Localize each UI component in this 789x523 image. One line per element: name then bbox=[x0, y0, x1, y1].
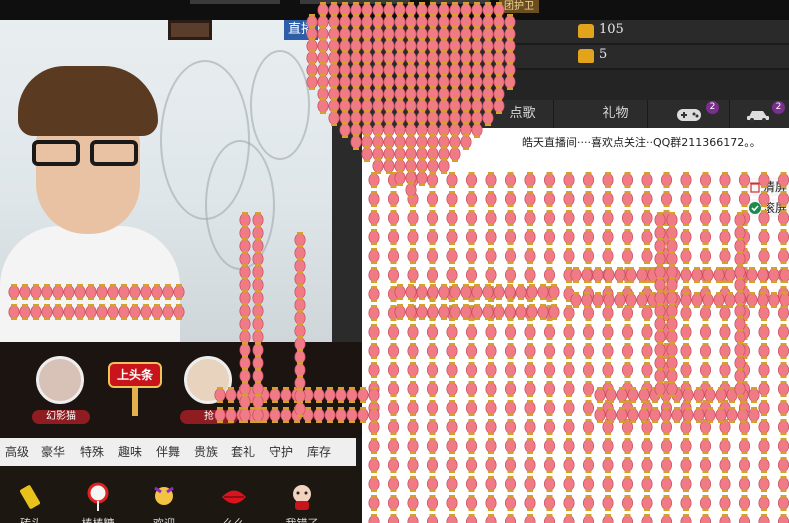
window-curtain bbox=[332, 20, 362, 342]
gift-category-bar: 高级 豪华 特殊 趣味 伴舞 贵族 套礼 守护 库存 bbox=[0, 438, 356, 466]
streamer-hair bbox=[18, 66, 158, 136]
sorry-doll-icon bbox=[293, 485, 311, 510]
top-strip-segment bbox=[430, 0, 490, 4]
lollipop-icon bbox=[87, 482, 109, 511]
auto-scroll-label: 滚屏 bbox=[763, 201, 788, 215]
gold-coin-icon bbox=[578, 49, 594, 63]
video-stream[interactable] bbox=[0, 20, 362, 342]
vehicles-badge: 2 bbox=[772, 101, 785, 114]
streamer-shirt bbox=[0, 226, 180, 342]
streamer bbox=[0, 66, 180, 342]
chat-panel[interactable]: 皓天直播间····喜欢点关注··QQ群211366172。。 清屏 滚屏 bbox=[362, 128, 789, 523]
wall-picture-frame bbox=[168, 20, 212, 40]
avatar-icon bbox=[36, 356, 84, 404]
viewer-slot[interactable]: 抢 bbox=[178, 356, 238, 426]
welcome-icon bbox=[154, 486, 174, 505]
gift-label: 棒棒糖 bbox=[77, 515, 119, 523]
wallpaper-swirl bbox=[205, 140, 275, 270]
headline-sign[interactable]: 上头条 bbox=[108, 362, 162, 388]
tab-label: 礼物 bbox=[602, 106, 629, 121]
gift-label: 么么 bbox=[213, 515, 255, 523]
games-badge: 2 bbox=[706, 101, 719, 114]
gamepad-icon bbox=[677, 109, 701, 121]
check-circle-icon bbox=[749, 202, 761, 214]
clear-screen-button[interactable]: 清屏 bbox=[747, 178, 789, 196]
grab-seat-label: 抢 bbox=[180, 410, 238, 424]
stat-value: 105 bbox=[599, 22, 624, 37]
gift-item[interactable]: 么么 bbox=[219, 482, 249, 523]
auto-scroll-toggle[interactable]: 滚屏 bbox=[747, 199, 789, 217]
tab-vehicles[interactable]: 2 bbox=[732, 100, 789, 128]
gift-category-tab[interactable]: 伴舞 bbox=[156, 438, 180, 466]
top-strip-segment bbox=[190, 0, 280, 4]
gift-label: 砖头 bbox=[10, 515, 52, 523]
gift-item[interactable]: 我错了 bbox=[286, 482, 319, 523]
wallpaper-swirl bbox=[250, 50, 310, 160]
stat-row: 5 bbox=[362, 45, 789, 69]
headline-sign-post bbox=[132, 388, 138, 416]
gift-category-tab[interactable]: 库存 bbox=[307, 438, 331, 466]
tab-song-request[interactable]: 点歌 bbox=[492, 100, 554, 128]
kiss-lips-icon bbox=[222, 490, 246, 504]
gift-item[interactable]: 欢迎 bbox=[149, 482, 179, 523]
room-announcement: 皓天直播间····喜欢点关注··QQ群211366172。。 bbox=[522, 136, 761, 149]
tab-bar: 点歌 礼物 2 2 bbox=[362, 100, 789, 128]
gift-label: 欢迎 bbox=[143, 515, 185, 523]
gift-category-tab[interactable]: 趣味 bbox=[118, 438, 142, 466]
gift-item[interactable]: 砖头 bbox=[16, 482, 46, 523]
car-icon bbox=[747, 111, 769, 122]
gift-category-tab[interactable]: 豪华 bbox=[41, 438, 65, 466]
lower-panel: 幻影猫 上头条 抢 bbox=[0, 342, 362, 438]
viewer-name: 幻影猫 bbox=[32, 410, 90, 424]
gift-list: 砖头 棒棒糖 欢迎 么么 我错了 bbox=[0, 466, 362, 523]
clear-screen-label: 清屏 bbox=[763, 180, 788, 194]
brick-icon bbox=[20, 485, 40, 509]
streamer-glasses bbox=[28, 140, 148, 170]
tab-games[interactable]: 2 bbox=[650, 100, 730, 128]
gift-category-tab[interactable]: 套礼 bbox=[231, 438, 255, 466]
guard-badge[interactable]: 团护卫 bbox=[499, 0, 539, 13]
gift-category-tab[interactable]: 高级 bbox=[5, 438, 29, 466]
gift-item[interactable]: 棒棒糖 bbox=[82, 482, 115, 523]
stat-spacer bbox=[362, 70, 789, 100]
gift-category-tab[interactable]: 特殊 bbox=[80, 438, 104, 466]
gift-label: 我错了 bbox=[281, 515, 323, 523]
top-strip: 团护卫 bbox=[0, 0, 789, 20]
stat-row: 105 bbox=[362, 20, 789, 44]
default-avatar-icon bbox=[184, 356, 232, 404]
tab-gifts[interactable]: 礼物 bbox=[584, 100, 648, 128]
live-tag[interactable]: 直播 bbox=[284, 20, 318, 40]
gold-coin-icon bbox=[578, 24, 594, 38]
tab-label: 点歌 bbox=[509, 106, 536, 121]
gift-category-tab[interactable]: 贵族 bbox=[194, 438, 218, 466]
viewer-slot[interactable]: 幻影猫 bbox=[30, 356, 90, 426]
stat-value: 5 bbox=[599, 47, 608, 62]
top-strip-segment bbox=[300, 0, 410, 4]
gift-category-tab[interactable]: 守护 bbox=[269, 438, 293, 466]
trash-icon bbox=[750, 182, 760, 193]
